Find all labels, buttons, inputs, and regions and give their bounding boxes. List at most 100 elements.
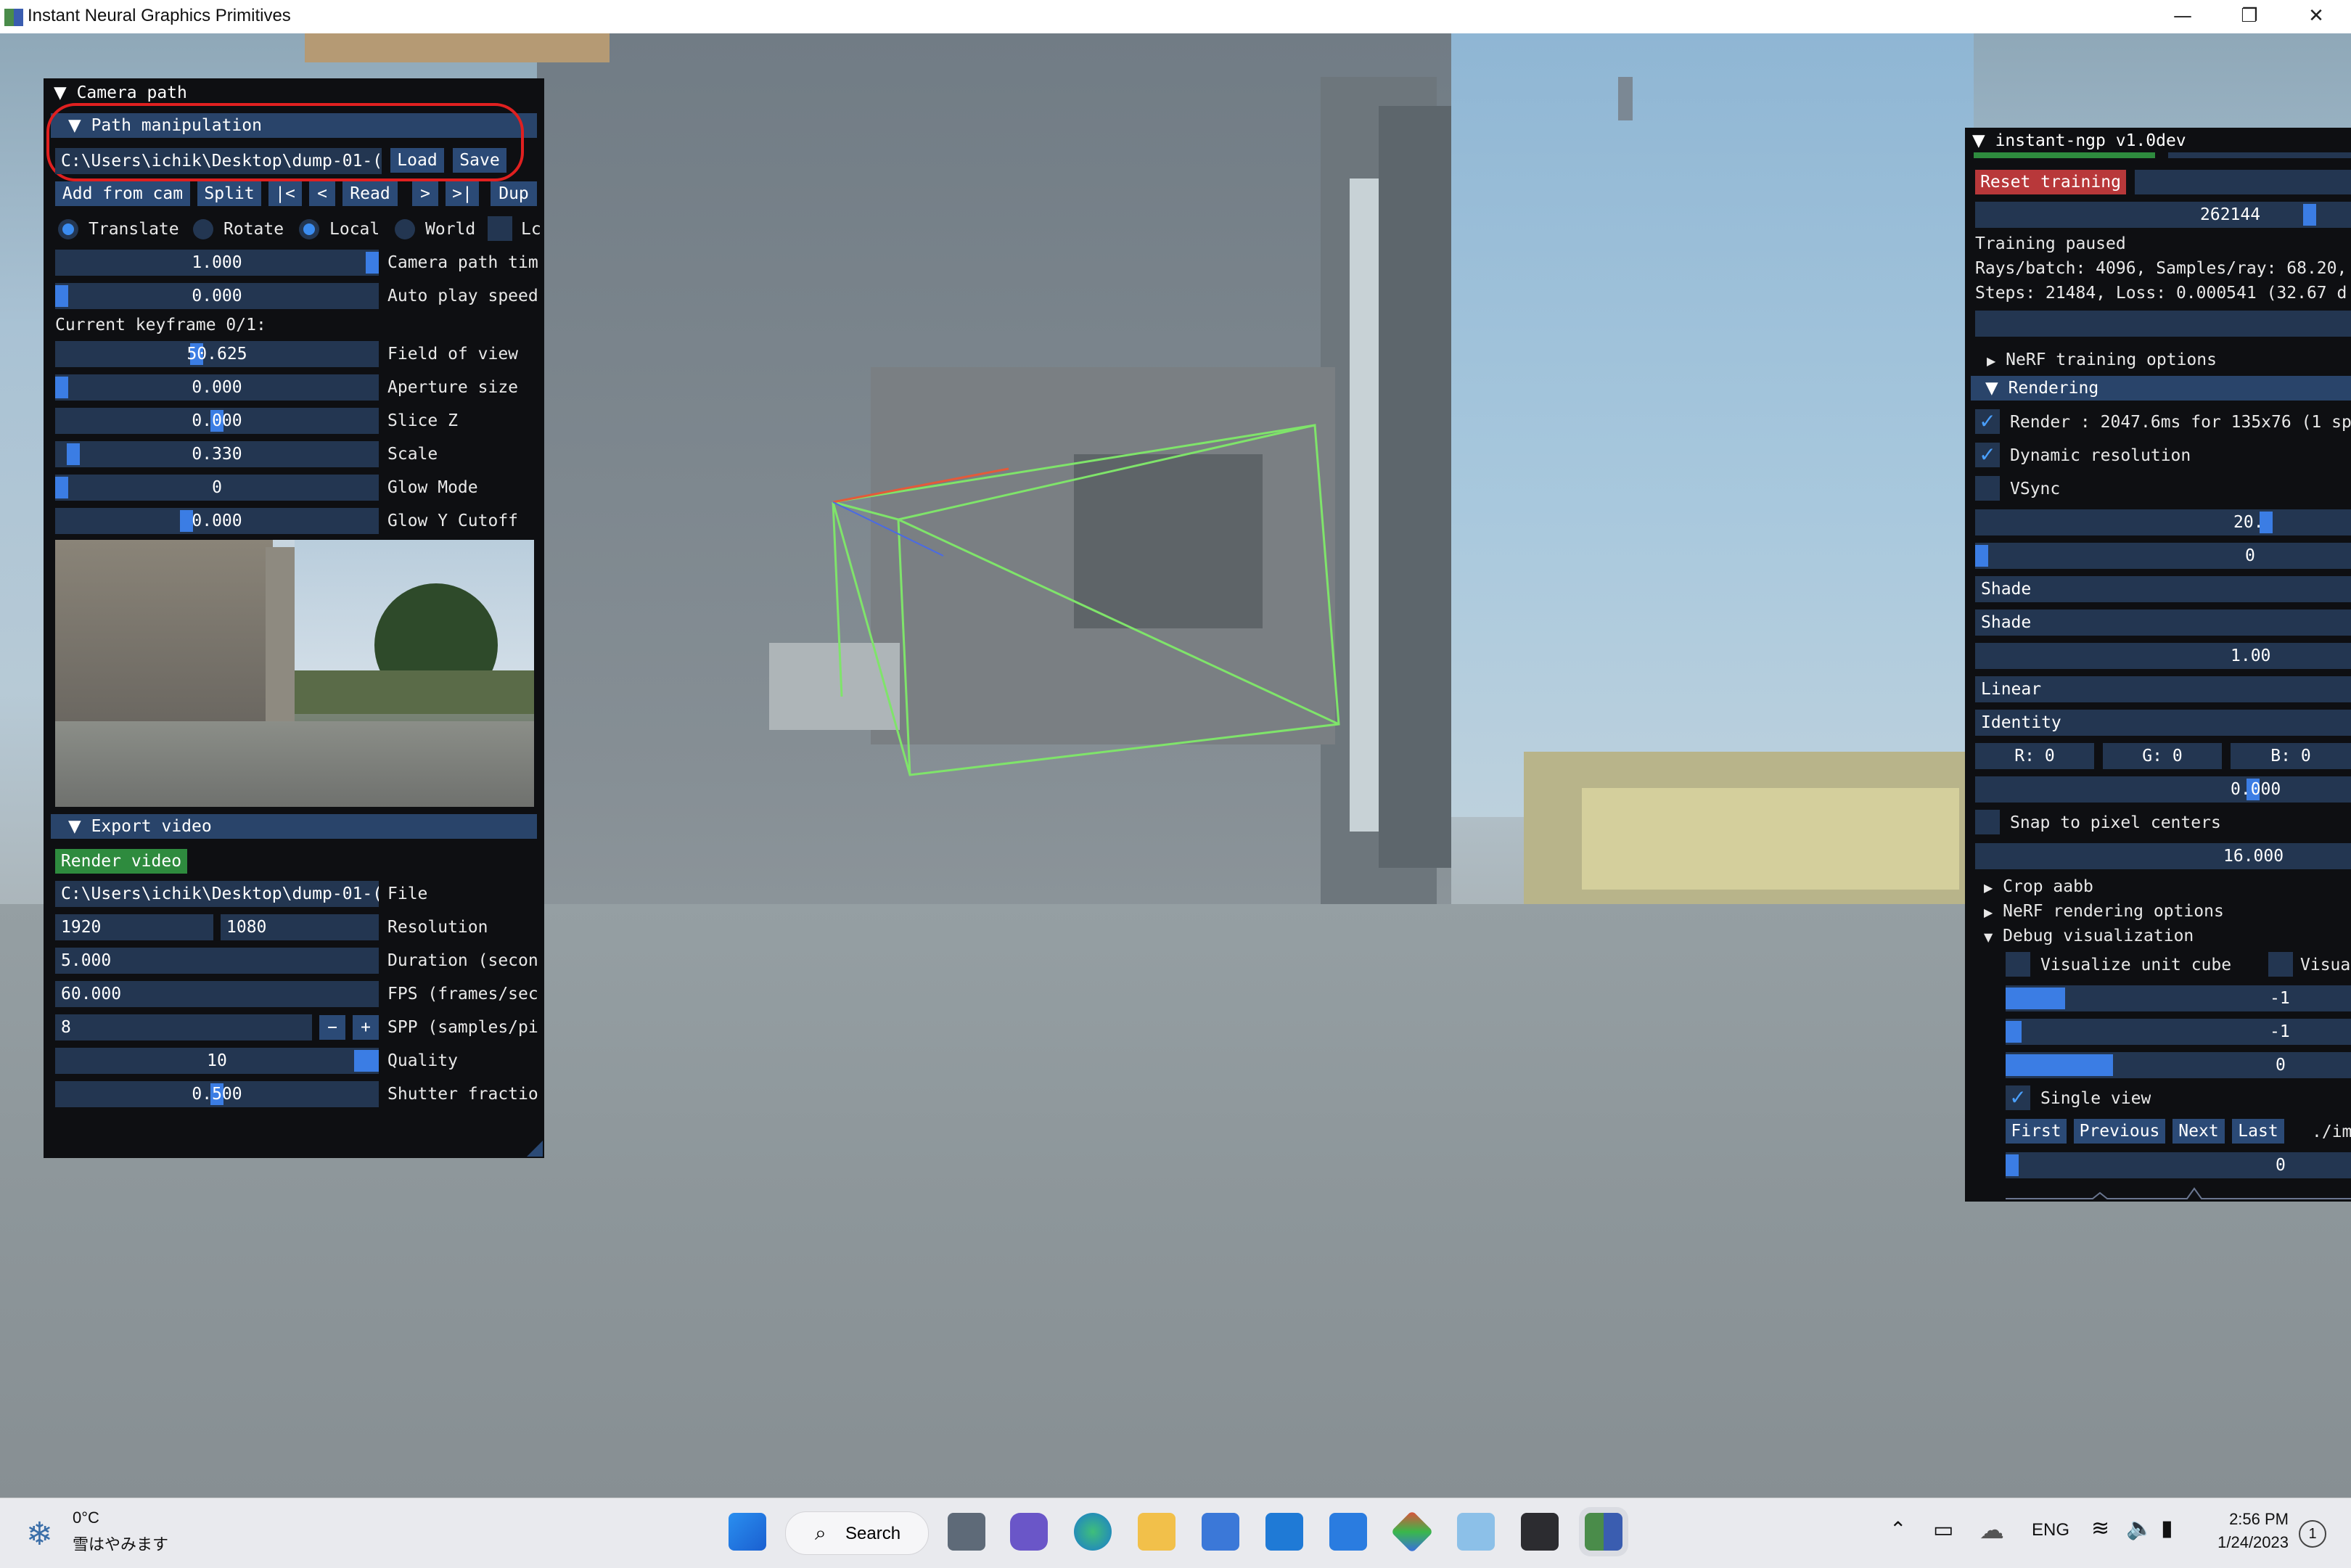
git-app-icon[interactable] (1390, 1510, 1434, 1553)
crop-aabb-node[interactable]: ▶ Crop aabb (1984, 874, 2093, 900)
weather-text[interactable]: 雪はやみます (73, 1532, 168, 1555)
slider-grab[interactable] (2006, 1021, 2022, 1043)
camera-path-time-slider[interactable]: 1.000 (55, 250, 379, 276)
batch-size-slider[interactable]: 262144 (1975, 202, 2351, 228)
read-button[interactable]: Read (342, 181, 398, 206)
slice-z-slider[interactable]: 0.000 (55, 408, 379, 434)
hidden-field-partial[interactable] (2168, 152, 2351, 158)
slider-grab[interactable] (55, 377, 68, 398)
display-tray-icon[interactable]: ▭ (1933, 1517, 1953, 1543)
aperture-size-slider[interactable]: 0.000 (55, 374, 379, 401)
chevron-up-icon[interactable]: ⌃ (1890, 1517, 1906, 1541)
dynamic-resolution-checkbox[interactable]: ✓ (1975, 443, 2000, 467)
mail-icon[interactable] (1265, 1513, 1303, 1551)
debug-visualization-node[interactable]: ▼ Debug visualization (1984, 923, 2194, 949)
resolution-height-field[interactable]: 1080 (221, 914, 379, 940)
debug-slider-3[interactable]: 0 (2006, 1052, 2351, 1078)
slider-grab[interactable] (67, 443, 80, 465)
edge-browser-icon[interactable] (1074, 1513, 1112, 1551)
start-windows-icon[interactable] (729, 1513, 766, 1551)
r-field[interactable]: R: 0 (1975, 743, 2094, 769)
minimize-button[interactable]: — (2149, 0, 2216, 32)
camera-path-window[interactable]: ▼ Camera path ▼ Path manipulation C:\Use… (44, 78, 544, 1158)
field-of-view-slider[interactable]: 50.625 (55, 341, 379, 367)
auto-play-speed-slider[interactable]: 0.000 (55, 283, 379, 309)
file-field[interactable]: C:\Users\ichik\Desktop\dump-01-( (55, 881, 379, 907)
slider-grab[interactable] (2006, 988, 2065, 1009)
dof-slider[interactable]: 16.000 (1975, 843, 2351, 869)
volume-icon[interactable]: 🔈 (2126, 1516, 2153, 1541)
vsync-checkbox[interactable] (1975, 476, 2000, 501)
next-keyframe-button[interactable]: > (412, 181, 438, 206)
debug-slider-2[interactable]: -1 (2006, 1019, 2351, 1045)
battery-icon[interactable]: ▮ (2161, 1516, 2173, 1541)
ngp-header[interactable]: ▼ instant-ngp v1.0dev (1965, 128, 2351, 154)
visualize-more-checkbox[interactable] (2268, 952, 2293, 977)
maximize-button[interactable]: ❐ (2216, 0, 2283, 32)
render-checkbox[interactable]: ✓ (1975, 409, 2000, 434)
duration-field[interactable]: 5.000 (55, 948, 379, 974)
shade-combo-2[interactable]: Shade (1975, 609, 2351, 636)
reset-training-button[interactable]: Reset training (1975, 170, 2126, 194)
scale-slider[interactable]: 0.330 (55, 441, 379, 467)
next-view-button[interactable]: Next (2172, 1119, 2225, 1144)
lc-checkbox[interactable] (488, 216, 512, 241)
terminal-icon[interactable] (1521, 1513, 1559, 1551)
wifi-icon[interactable]: ≋ (2091, 1516, 2109, 1541)
save-button[interactable]: Save (453, 148, 506, 173)
slider-grab[interactable] (354, 1050, 379, 1072)
clock-time[interactable]: 2:56 PM (2186, 1510, 2289, 1529)
first-view-button[interactable]: First (2006, 1119, 2067, 1144)
render-mode-slider[interactable]: 0 (1975, 543, 2351, 569)
export-video-header[interactable]: ▼ Export video (51, 814, 537, 839)
teams-chat-icon[interactable] (1010, 1513, 1048, 1551)
resize-grip-icon[interactable] (527, 1141, 543, 1157)
glow-mode-slider[interactable]: 0 (55, 475, 379, 501)
resolution-width-field[interactable]: 1920 (55, 914, 213, 940)
fps-field[interactable]: 60.000 (55, 981, 379, 1007)
microsoft-store-icon[interactable] (1202, 1513, 1239, 1551)
vscode-icon[interactable] (1329, 1513, 1367, 1551)
glow-y-cutoff-slider[interactable]: 0.000 (55, 508, 379, 534)
g-field[interactable]: G: 0 (2103, 743, 2222, 769)
slider-grab[interactable] (55, 477, 68, 498)
exposure-slider[interactable]: 1.00 (1975, 643, 2351, 669)
debug-slider-1[interactable]: -1 (2006, 985, 2351, 1011)
prev-keyframe-button[interactable]: < (309, 181, 335, 206)
slider-grab[interactable] (2006, 1054, 2113, 1076)
quality-slider[interactable]: 10 (55, 1048, 379, 1074)
rendering-header[interactable]: ▼ Rendering (1971, 376, 2351, 401)
fps-target-slider[interactable]: 20.0 (1975, 509, 2351, 535)
snap-pixel-centers-checkbox[interactable] (1975, 810, 2000, 834)
nerf-training-options-node[interactable]: ▶ NeRF training options (1987, 347, 2217, 373)
background-slider[interactable]: 0.000 (1975, 776, 2351, 803)
file-explorer-icon[interactable] (1138, 1513, 1176, 1551)
language-indicator[interactable]: ENG (2032, 1520, 2069, 1540)
view-index-slider[interactable]: 0 (2006, 1152, 2351, 1178)
slider-grab[interactable] (2303, 204, 2316, 226)
slider-grab[interactable] (1975, 545, 1988, 567)
shade-combo-1[interactable]: Shade (1975, 576, 2351, 602)
instant-ngp-window[interactable]: ▼ instant-ngp v1.0dev Reset training 262… (1965, 128, 2351, 1202)
slider-grab[interactable] (2006, 1154, 2019, 1176)
shutter-fraction-slider[interactable]: 0.500 (55, 1081, 379, 1107)
add-from-cam-button[interactable]: Add from cam (55, 181, 190, 206)
train-button-partial[interactable] (1974, 152, 2155, 158)
spp-plus-button[interactable]: + (353, 1015, 379, 1040)
tonemap-combo[interactable]: Identity (1975, 710, 2351, 736)
spp-minus-button[interactable]: − (319, 1015, 345, 1040)
translate-radio[interactable] (58, 219, 78, 239)
local-radio[interactable] (299, 219, 319, 239)
slider-grab[interactable] (55, 285, 68, 307)
spp-field[interactable]: 8 (55, 1014, 312, 1040)
visualize-unit-cube-checkbox[interactable] (2006, 952, 2030, 977)
clock-date[interactable]: 1/24/2023 (2186, 1533, 2289, 1552)
slider-grab[interactable] (366, 252, 379, 274)
task-view-icon[interactable] (948, 1513, 985, 1551)
temperature-text[interactable]: 0°C (73, 1509, 99, 1527)
onedrive-cloud-icon[interactable]: ☁ (1979, 1516, 2004, 1545)
single-view-checkbox[interactable]: ✓ (2006, 1085, 2030, 1110)
reset-extra-field[interactable] (2135, 170, 2351, 194)
rotate-radio[interactable] (193, 219, 213, 239)
resource-monitor-icon[interactable] (1457, 1513, 1495, 1551)
